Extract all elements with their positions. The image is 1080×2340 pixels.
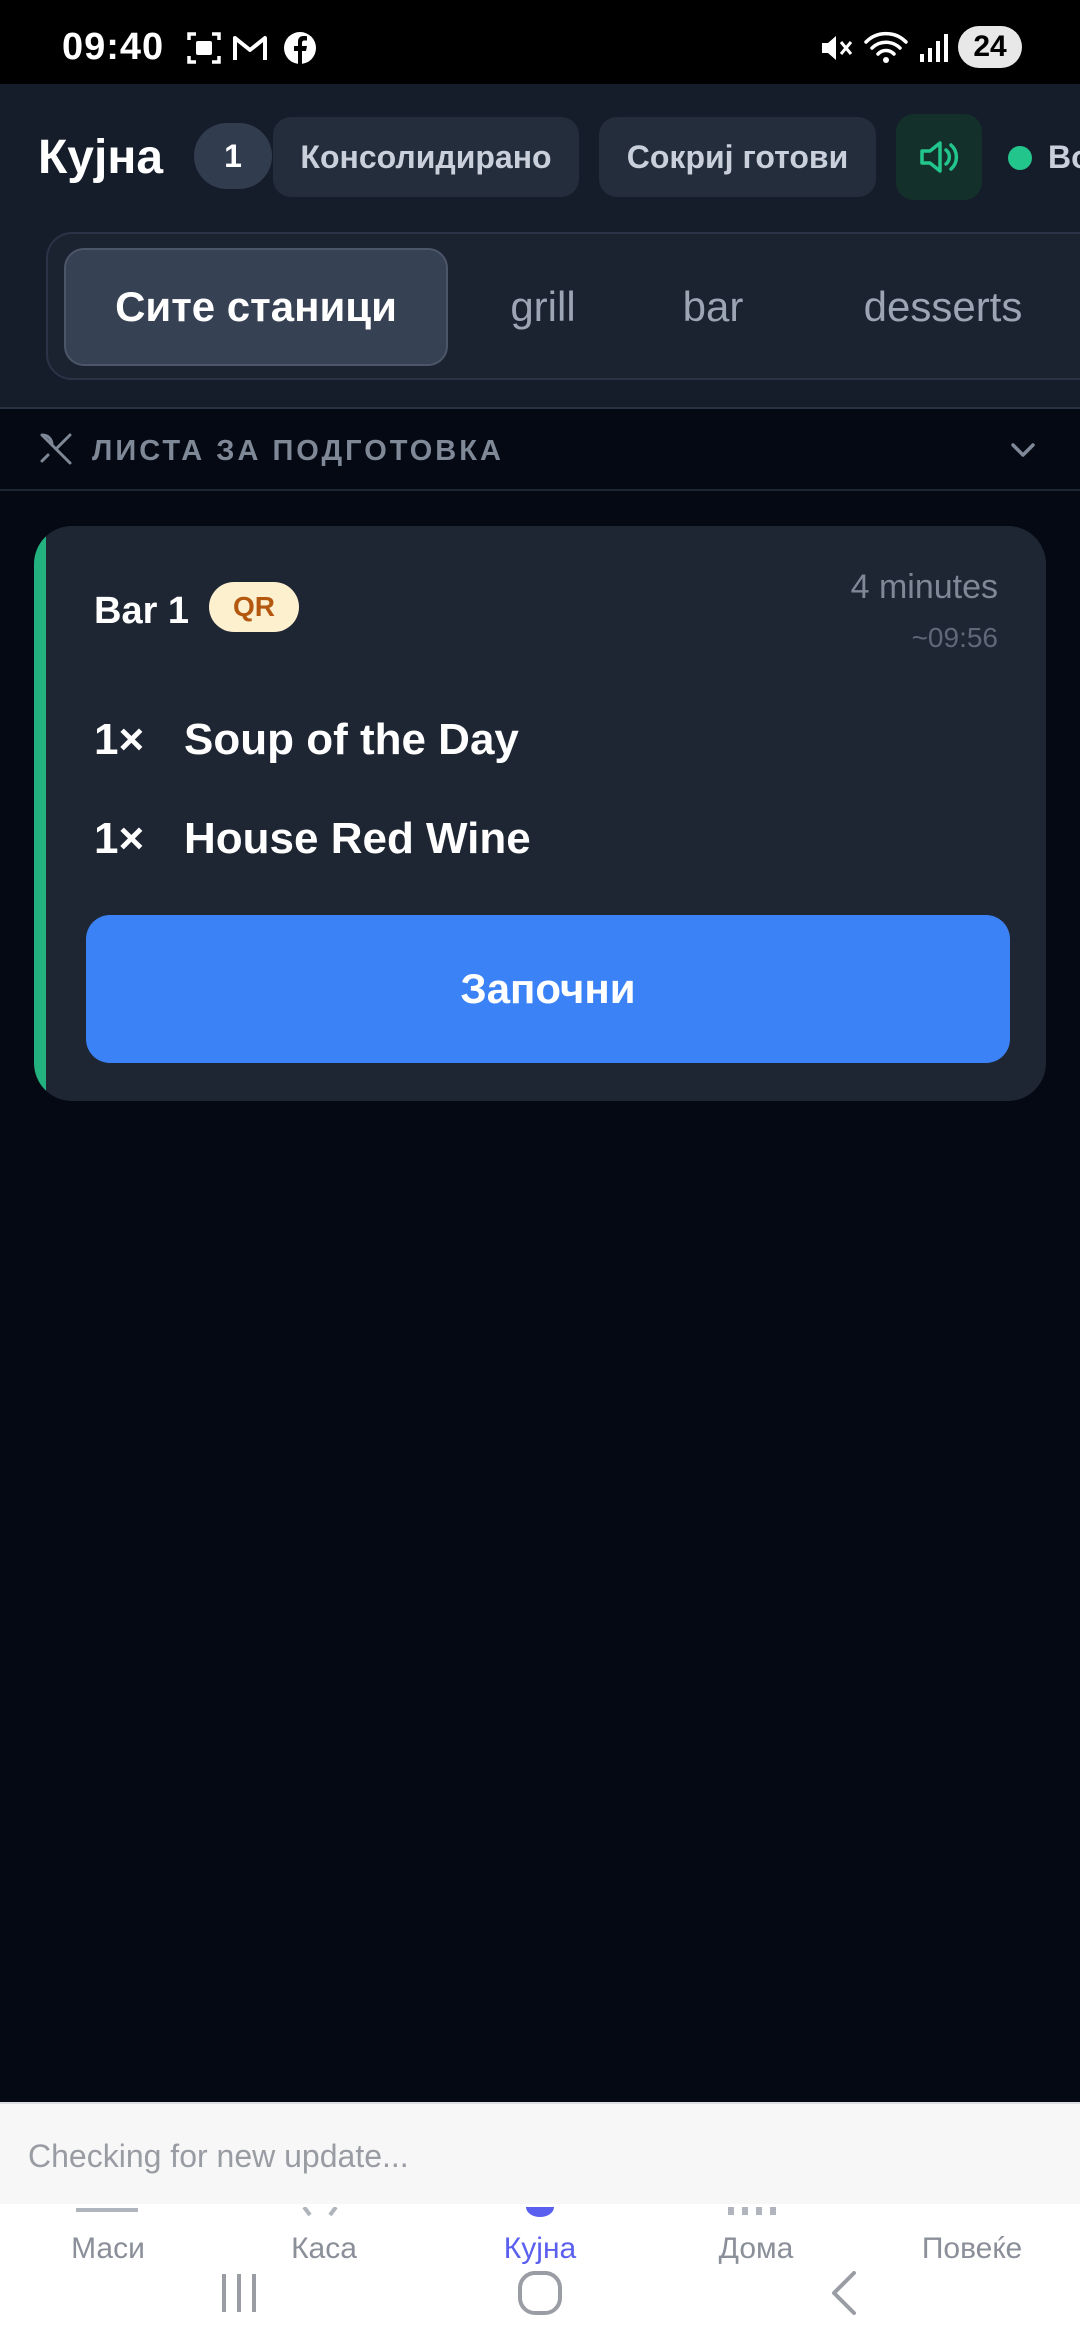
source-badge: QR bbox=[209, 582, 299, 632]
nav-kitchen[interactable]: Кујна bbox=[450, 2232, 630, 2266]
facebook-icon bbox=[284, 32, 316, 64]
nav-label: Кујна bbox=[503, 2232, 577, 2265]
item-name: House Red Wine bbox=[184, 814, 531, 863]
utensils-icon bbox=[40, 433, 72, 465]
prep-list-label: ЛИСТА ЗА ПОДГОТОВКА bbox=[92, 435, 504, 467]
home-button-icon[interactable] bbox=[515, 2268, 565, 2318]
prep-list-toggle[interactable]: ЛИСТА ЗА ПОДГОТОВКА bbox=[0, 409, 1080, 491]
tables-icon bbox=[76, 2204, 138, 2212]
speaker-icon bbox=[920, 141, 959, 173]
home-icon bbox=[724, 2204, 784, 2215]
nav-label: Повеќе bbox=[921, 2232, 1023, 2265]
recent-apps-icon[interactable] bbox=[214, 2268, 264, 2318]
tab-all-stations[interactable]: Сите станици bbox=[64, 248, 448, 366]
battery-indicator: 24 bbox=[958, 26, 1022, 68]
status-bar: 09:40 24 bbox=[0, 0, 1080, 84]
kitchen-header: Кујна 1 Консолидирано Сокриј готови Во С… bbox=[0, 84, 1080, 409]
item-quantity: 1× bbox=[94, 814, 145, 863]
item-quantity: 1× bbox=[94, 715, 145, 764]
order-eta: ~09:56 bbox=[911, 622, 998, 653]
connection-label: Во bbox=[1048, 139, 1080, 175]
wifi-icon bbox=[864, 31, 908, 63]
order-elapsed: 4 minutes bbox=[850, 568, 998, 606]
signal-icon bbox=[920, 34, 948, 62]
nav-more[interactable]: Повеќе bbox=[882, 2232, 1062, 2266]
start-order-button[interactable]: Започни bbox=[86, 915, 1010, 1063]
chevron-down-icon bbox=[1011, 443, 1035, 457]
screenshot-icon bbox=[187, 32, 221, 64]
order-count-badge: 1 bbox=[194, 123, 272, 189]
nav-label: Дома bbox=[718, 2232, 794, 2265]
nav-home[interactable]: Дома bbox=[666, 2232, 846, 2266]
tab-desserts[interactable]: desserts bbox=[818, 248, 1068, 366]
update-banner: Checking for new update... bbox=[0, 2102, 1080, 2204]
status-dot bbox=[1008, 145, 1032, 170]
item-name: Soup of the Day bbox=[184, 715, 519, 764]
nav-label: Маси bbox=[71, 2232, 145, 2265]
sound-toggle-button[interactable] bbox=[896, 114, 982, 200]
update-status-text: Checking for new update... bbox=[28, 2138, 409, 2174]
nav-tables[interactable]: Маси bbox=[18, 2232, 198, 2266]
order-item: 1× Soup of the Day bbox=[94, 715, 519, 765]
consolidated-button[interactable]: Консолидирано bbox=[273, 117, 579, 197]
card-status-accent bbox=[34, 526, 46, 1101]
mute-icon bbox=[822, 36, 853, 60]
tab-grill[interactable]: grill bbox=[468, 248, 618, 366]
station-tabs: Сите станици grill bar desserts bbox=[46, 232, 1080, 380]
order-table: Bar 1 bbox=[94, 590, 190, 632]
bottom-navigation: Маси Каса Кујна Дома Повеќе bbox=[0, 2204, 1080, 2340]
nav-label: Каса bbox=[291, 2232, 357, 2265]
kitchen-icon bbox=[520, 2204, 560, 2217]
status-time: 09:40 bbox=[62, 26, 165, 68]
tab-label: Сите станици bbox=[115, 283, 397, 330]
page-title: Кујна bbox=[38, 131, 164, 184]
tab-label: grill bbox=[510, 283, 576, 330]
order-item: 1× House Red Wine bbox=[94, 814, 531, 864]
tab-label: desserts bbox=[863, 283, 1023, 330]
order-card: Bar 1 QR 4 minutes ~09:56 1× Soup of the… bbox=[34, 526, 1046, 1101]
nav-register[interactable]: Каса bbox=[234, 2232, 414, 2266]
connection-status: Во bbox=[1008, 139, 1080, 176]
back-icon[interactable] bbox=[820, 2268, 870, 2318]
tab-label: bar bbox=[682, 283, 744, 330]
tab-bar[interactable]: bar bbox=[638, 248, 788, 366]
hide-done-button[interactable]: Сокриј готови bbox=[599, 117, 876, 197]
gmail-icon bbox=[233, 36, 267, 60]
register-icon bbox=[290, 2204, 350, 2217]
